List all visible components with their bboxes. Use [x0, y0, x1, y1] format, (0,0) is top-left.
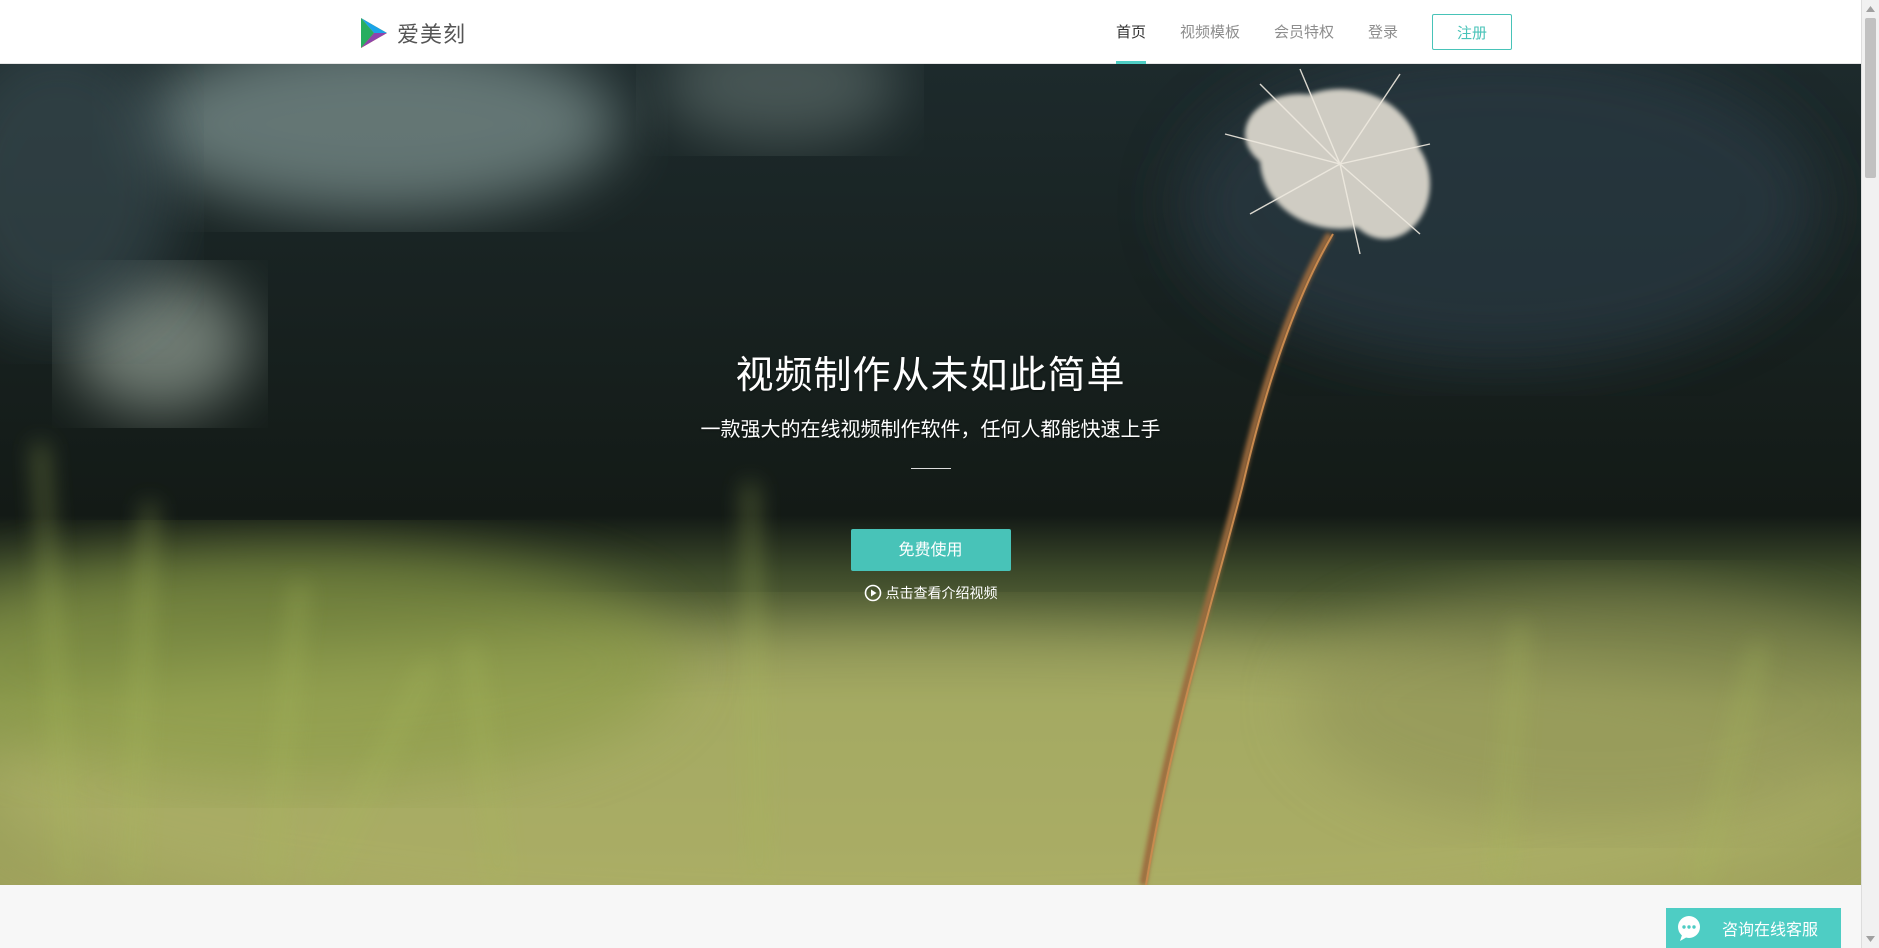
nav-item-home[interactable]: 首页 [1116, 0, 1147, 64]
scrollbar-thumb[interactable] [1865, 18, 1876, 178]
scroll-down-arrow-icon[interactable] [1865, 934, 1876, 944]
page-scrollbar[interactable] [1861, 0, 1879, 948]
intro-video-label: 点击查看介绍视频 [885, 586, 998, 602]
online-service-label: 咨询在线客服 [1722, 920, 1819, 939]
intro-video-link[interactable]: 点击查看介绍视频 [0, 583, 1861, 603]
nav-item-video-templates[interactable]: 视频模板 [1180, 0, 1240, 64]
chat-bubble-icon [1678, 916, 1700, 941]
hero-subtitle: 一款强大的在线视频制作软件，任何人都能快速上手 [700, 417, 1161, 441]
main-nav: 首页 视频模板 会员特权 登录 注册 [1116, 0, 1513, 64]
nav-item-login[interactable]: 登录 [1368, 0, 1398, 64]
online-service-button[interactable]: 咨询在线客服 [1666, 908, 1841, 948]
hero-banner: 视频制作从未如此简单 一款强大的在线视频制作软件，任何人都能快速上手 免费使用 … [0, 64, 1861, 885]
hero-divider [910, 468, 951, 469]
brand-name: 爱美刻 [397, 23, 467, 48]
play-circle-icon [864, 584, 881, 602]
hero-content: 视频制作从未如此简单 一款强大的在线视频制作软件，任何人都能快速上手 免费使用 … [0, 344, 1861, 603]
free-use-button[interactable]: 免费使用 [850, 529, 1011, 571]
top-header: 爱美刻 首页 视频模板 会员特权 登录 注册 [0, 0, 1861, 64]
hero-title: 视频制作从未如此简单 [735, 353, 1126, 397]
brand[interactable]: 爱美刻 [359, 16, 466, 50]
nav-item-membership[interactable]: 会员特权 [1274, 0, 1334, 64]
scroll-up-arrow-icon[interactable] [1865, 4, 1876, 14]
content-section [0, 885, 1861, 948]
register-button[interactable]: 注册 [1432, 14, 1513, 50]
play-triangle-logo [361, 18, 387, 48]
